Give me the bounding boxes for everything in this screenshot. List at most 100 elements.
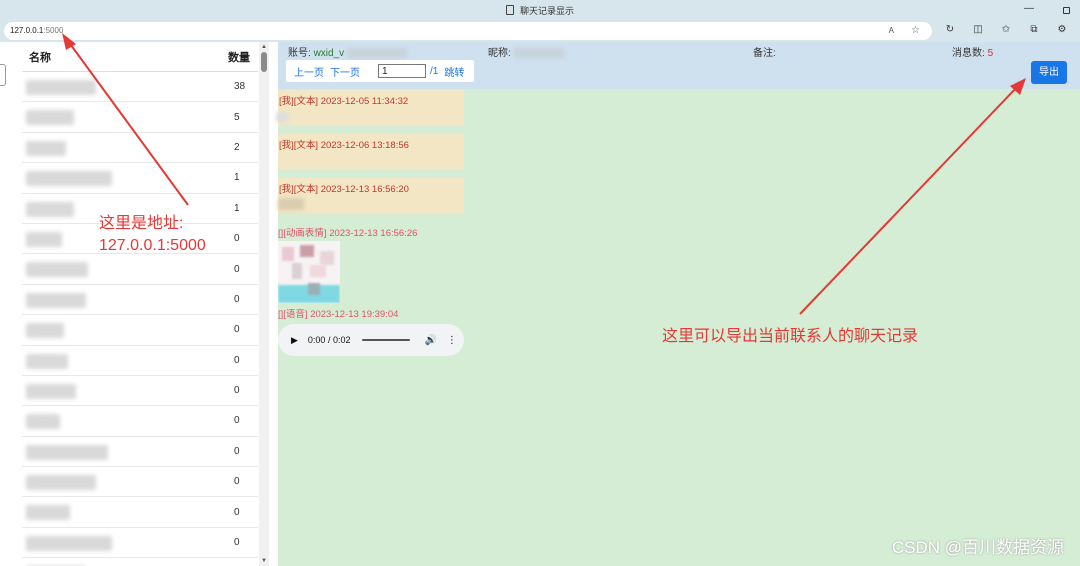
contact-name-redacted (26, 201, 74, 217)
contact-message-count: 0 (234, 263, 240, 275)
url-port: :5000 (43, 26, 64, 35)
play-icon[interactable]: ▶ (291, 335, 298, 346)
contact-name (22, 528, 228, 557)
collections-icon[interactable]: ⧉ (1028, 24, 1040, 36)
contact-name (22, 437, 228, 466)
contact-name (22, 315, 228, 344)
remark-info: 备注: (753, 44, 776, 59)
contact-message-count: 0 (234, 293, 240, 305)
account-value: wxid_v (313, 48, 345, 59)
message-bubble: [我][文本] 2023-12-13 16:56:20 (278, 178, 464, 213)
message-count-value: 5 (987, 48, 994, 59)
contact-message-count: 0 (234, 445, 240, 457)
contact-name-redacted (26, 231, 62, 247)
contact-message-count: 38 (234, 81, 246, 93)
contact-list-scrollbar[interactable]: ▲ ▼ (259, 42, 269, 566)
contact-name-redacted (26, 292, 86, 308)
contact-name-redacted (26, 171, 112, 187)
contact-row[interactable]: 0 (22, 467, 258, 498)
contact-name-redacted (26, 353, 68, 369)
contact-row[interactable]: 0 (22, 376, 258, 407)
volume-icon[interactable]: 🔊 (424, 335, 436, 346)
contact-row[interactable]: 0 (22, 406, 258, 437)
contact-row[interactable]: 1 (22, 163, 258, 194)
contact-name (22, 102, 228, 131)
page-number-input[interactable] (378, 64, 426, 78)
contact-message-count: 0 (234, 354, 240, 366)
message-bubble: [我][文本] 2023-12-05 11:34:32 (276, 90, 464, 125)
extensions-icon[interactable]: ⚙ (1056, 24, 1068, 36)
contact-name-redacted (26, 262, 88, 278)
scroll-down-icon[interactable]: ▼ (261, 558, 267, 564)
minimize-button[interactable]: — (1024, 3, 1034, 14)
contact-row[interactable]: 0 (22, 528, 258, 559)
audio-progress-slider[interactable] (362, 339, 411, 341)
watermark: CSDN @百川数据资源 (891, 538, 1064, 557)
scroll-thumb[interactable] (261, 52, 267, 72)
contact-row[interactable]: 0 (22, 315, 258, 346)
split-screen-icon[interactable]: ◫ (972, 24, 984, 36)
url-host: 127.0.0.1 (10, 26, 44, 35)
contact-name (22, 72, 228, 101)
next-page-link[interactable]: 下一页 (330, 64, 360, 79)
contact-name (22, 467, 228, 496)
address-bar[interactable]: 127.0.0.1:5000 A ☆ (4, 22, 932, 40)
voice-message-label: [][语音] 2023-12-13 19:39:04 (278, 309, 399, 320)
message-label: [我][文本] 2023-12-06 13:18:56 (279, 140, 409, 151)
contact-name-redacted (26, 140, 66, 156)
contact-name (22, 285, 228, 314)
contact-message-count: 0 (234, 476, 240, 488)
contact-row[interactable]: 0 (22, 346, 258, 376)
message-label: [我][文本] 2023-12-05 11:34:32 (279, 96, 409, 107)
contact-name (22, 558, 228, 566)
message-count-label: 消息数: (952, 48, 985, 59)
scroll-up-icon[interactable]: ▲ (261, 44, 267, 50)
column-name-header: 名称 (29, 51, 51, 64)
export-button[interactable]: 导出 (1031, 61, 1067, 84)
sidebar-toggle[interactable] (0, 64, 6, 86)
contact-row[interactable]: 0 (22, 437, 258, 468)
restore-button[interactable] (1063, 7, 1070, 14)
favorites-icon[interactable]: ✩ (1000, 24, 1012, 36)
contact-message-count: 0 (234, 537, 240, 549)
contact-message-count: 0 (234, 385, 240, 397)
contact-message-count: 1 (234, 202, 240, 214)
more-options-icon[interactable]: ⋮ (447, 335, 457, 346)
nickname-label: 昵称: (488, 48, 511, 59)
contact-row[interactable]: 5 (22, 102, 258, 133)
read-aloud-icon[interactable]: A (889, 22, 894, 40)
message-bubble: [我][文本] 2023-12-06 13:18:56 (278, 134, 464, 169)
jump-link[interactable]: 跳转 (444, 64, 464, 79)
nickname-redacted (513, 48, 564, 59)
contact-row[interactable]: 0 (22, 558, 258, 566)
account-redacted (346, 48, 407, 59)
contact-name (22, 133, 228, 162)
contact-row[interactable]: 0 (22, 497, 258, 528)
document-icon (505, 5, 514, 15)
contact-message-count: 0 (234, 233, 240, 245)
address-annotation-line2: 127.0.0.1:5000 (99, 237, 206, 254)
chat-panel: 账号: wxid_v 昵称: 备注: 消息数: 5 上一页 下一页 /1 跳转 (276, 42, 1080, 566)
refresh-icon[interactable]: ↻ (944, 24, 956, 36)
prev-page-link[interactable]: 上一页 (294, 64, 324, 79)
favorite-star-icon[interactable]: ☆ (911, 22, 920, 40)
contact-name-redacted (26, 414, 60, 430)
window-titlebar: 聊天记录显示 — (0, 0, 1080, 20)
contact-row[interactable]: 2 (22, 133, 258, 164)
contact-name (22, 376, 228, 405)
contact-row[interactable]: 38 (22, 72, 258, 103)
chat-header: 账号: wxid_v 昵称: 备注: 消息数: 5 上一页 下一页 /1 跳转 (278, 42, 1080, 89)
contact-name-redacted (26, 110, 74, 126)
contact-row[interactable]: 0 (22, 254, 258, 285)
contact-message-count: 1 (234, 172, 240, 184)
remark-label: 备注: (753, 48, 776, 59)
contact-name (22, 254, 228, 283)
contact-list: 名称 数量 38 5 2 1 1 0 0 0 0 0 0 0 0 0 0 0 0 (22, 42, 258, 566)
contact-message-count: 0 (234, 415, 240, 427)
page-content: 名称 数量 38 5 2 1 1 0 0 0 0 0 0 0 0 0 0 0 0 ▲ ▼ 账号: wxid_v … (0, 42, 1080, 566)
page-total: /1 (430, 65, 439, 77)
contact-row[interactable]: 0 (22, 285, 258, 316)
contact-name-redacted (26, 535, 112, 551)
contact-message-count: 0 (234, 506, 240, 518)
audio-player[interactable]: ▶ 0:00 / 0:02 🔊 ⋮ (278, 324, 464, 356)
